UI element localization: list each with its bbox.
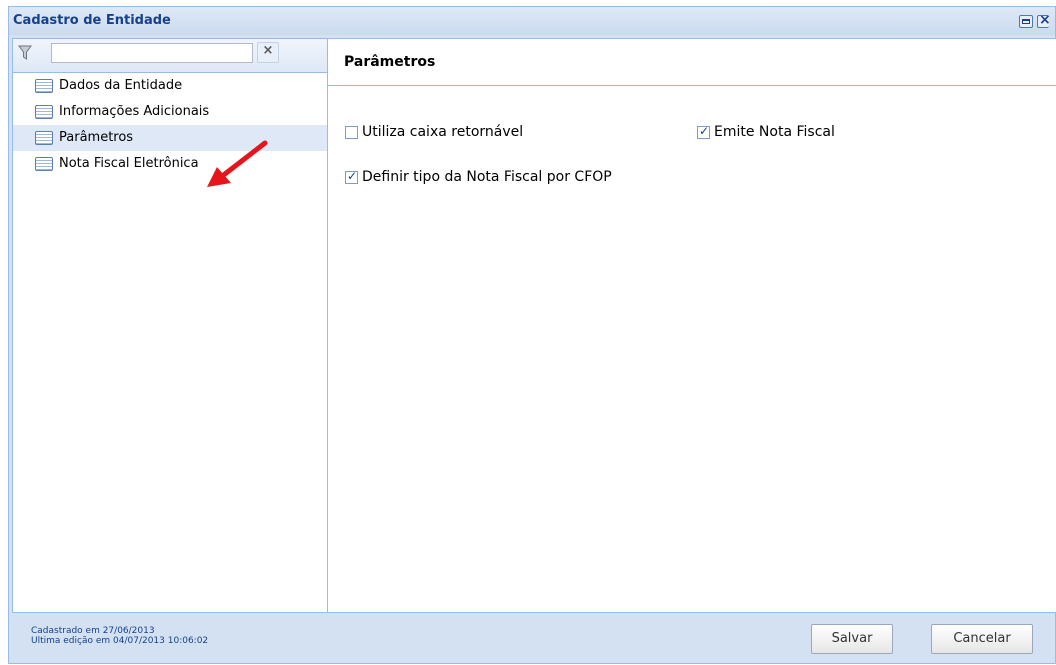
dialog-footer: Cadastrado em 27/06/2013 Ultima edição e… bbox=[9, 613, 1055, 665]
section-tree: Dados da Entidade Informações Adicionais… bbox=[13, 73, 327, 177]
list-document-icon bbox=[35, 157, 53, 171]
title-bar[interactable]: Cadastro de Entidade bbox=[9, 7, 1055, 35]
checkbox-label: Emite Nota Fiscal bbox=[714, 124, 835, 140]
close-icon[interactable] bbox=[1037, 12, 1051, 28]
funnel-icon bbox=[18, 45, 32, 60]
save-button[interactable]: Salvar bbox=[811, 624, 893, 654]
window-title: Cadastro de Entidade bbox=[13, 13, 171, 28]
clear-icon[interactable]: × bbox=[257, 42, 279, 63]
checkbox-label: Utiliza caixa retornável bbox=[362, 124, 524, 140]
tree-item-label: Nota Fiscal Eletrônica bbox=[59, 156, 199, 171]
filter-toolbar: × bbox=[13, 39, 327, 73]
tree-item-nota-fiscal-eletronica[interactable]: Nota Fiscal Eletrônica bbox=[13, 151, 327, 177]
list-document-icon bbox=[35, 131, 53, 145]
panel-title: Parâmetros bbox=[344, 54, 436, 70]
parameters-panel: Parâmetros Utiliza caixa retornável Emit… bbox=[328, 38, 1056, 613]
list-document-icon bbox=[35, 79, 53, 93]
maximize-icon[interactable] bbox=[1019, 15, 1033, 28]
edited-date: Ultima edição em 04/07/2013 10:06:02 bbox=[31, 636, 209, 646]
tree-item-label: Informações Adicionais bbox=[59, 104, 210, 119]
checkbox-box[interactable] bbox=[697, 124, 710, 139]
tree-item-parametros[interactable]: Parâmetros bbox=[13, 125, 327, 151]
tree-item-dados-da-entidade[interactable]: Dados da Entidade bbox=[13, 73, 327, 99]
cancel-button[interactable]: Cancelar bbox=[931, 624, 1033, 654]
entity-dialog: Cadastro de Entidade × Dados da Entidade… bbox=[8, 6, 1056, 664]
record-metadata: Cadastrado em 27/06/2013 Ultima edição e… bbox=[31, 626, 208, 646]
red-arrow-annotation bbox=[207, 140, 268, 187]
created-date: Cadastrado em 27/06/2013 bbox=[31, 626, 155, 636]
checkbox-label: Definir tipo da Nota Fiscal por CFOP bbox=[362, 169, 612, 185]
tree-item-informacoes-adicionais[interactable]: Informações Adicionais bbox=[13, 99, 327, 125]
navigation-panel: × Dados da Entidade Informações Adiciona… bbox=[12, 38, 328, 613]
panel-header: Parâmetros bbox=[328, 39, 1056, 86]
filter-input[interactable] bbox=[51, 43, 253, 63]
tree-item-label: Parâmetros bbox=[59, 130, 134, 145]
tree-item-label: Dados da Entidade bbox=[59, 78, 183, 93]
checkbox-box[interactable] bbox=[345, 126, 358, 139]
list-document-icon bbox=[35, 105, 53, 119]
